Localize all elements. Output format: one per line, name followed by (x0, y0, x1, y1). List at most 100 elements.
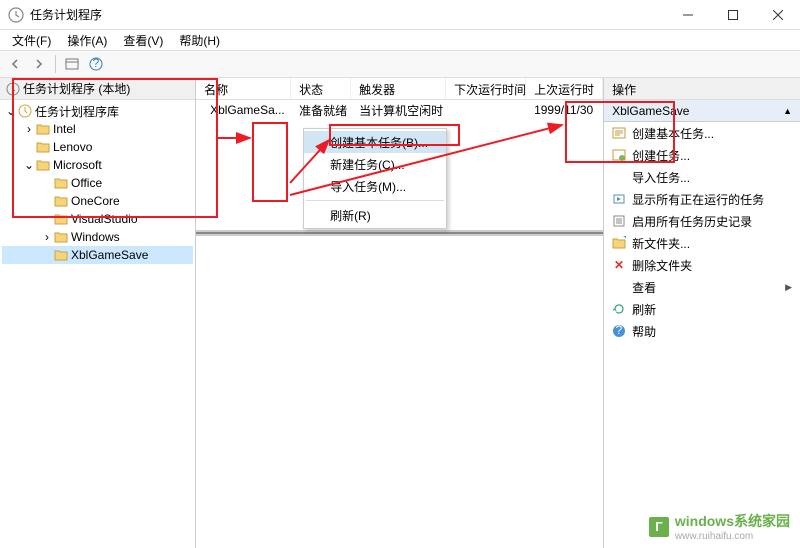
tree-label: 任务计划程序库 (35, 103, 119, 120)
toolbar-separator (55, 55, 56, 73)
col-status[interactable]: 状态 (291, 78, 351, 99)
task-row[interactable]: XblGameSa... 准备就绪 当计算机空闲时 1999/11/30 (196, 100, 603, 120)
cell-last: 1999/11/30 (526, 103, 603, 117)
forward-button[interactable] (28, 53, 50, 75)
tree-item-microsoft[interactable]: ⌄ Microsoft (2, 156, 193, 174)
tree-item-library[interactable]: ⌄ 任务计划程序库 (2, 102, 193, 120)
minimize-button[interactable] (665, 0, 710, 29)
action-import-task[interactable]: 导入任务... (604, 166, 800, 188)
spacer (22, 140, 36, 154)
collapse-icon[interactable]: ▲ (783, 106, 792, 116)
folder-icon (36, 122, 50, 136)
folder-icon (36, 158, 50, 172)
tree-panel: 任务计划程序 (本地) ⌄ 任务计划程序库 › Intel Lenovo ⌄ M (0, 78, 196, 548)
close-button[interactable] (755, 0, 800, 29)
maximize-button[interactable] (710, 0, 755, 29)
action-label: 创建任务... (632, 147, 690, 164)
svg-text:?: ? (93, 57, 100, 70)
action-label: 创建基本任务... (632, 125, 714, 142)
tree-item-windows[interactable]: › Windows (2, 228, 193, 246)
cell-status: 准备就绪 (291, 102, 351, 119)
tree-label: Microsoft (53, 158, 102, 172)
tree-label: OneCore (71, 194, 120, 208)
ctx-separator (306, 200, 444, 201)
action-label: 启用所有任务历史记录 (632, 213, 752, 230)
action-label: 查看 (632, 279, 656, 296)
titlebar: 任务计划程序 (0, 0, 800, 30)
tree-label: Windows (71, 230, 120, 244)
toolbar: ? (0, 50, 800, 78)
watermark: Г windows系统家园 www.ruihaifu.com (649, 511, 790, 542)
action-view[interactable]: 查看 (604, 276, 800, 298)
col-next[interactable]: 下次运行时间 (446, 78, 526, 99)
spacer (612, 170, 626, 184)
menu-view[interactable]: 查看(V) (117, 30, 169, 51)
action-label: 显示所有正在运行的任务 (632, 191, 764, 208)
ctx-import-task[interactable]: 导入任务(M)... (304, 175, 446, 197)
menu-help[interactable]: 帮助(H) (173, 30, 226, 51)
action-delete-folder[interactable]: ✕ 删除文件夹 (604, 254, 800, 276)
clock-icon (18, 104, 32, 118)
action-new-folder[interactable]: ✦ 新文件夹... (604, 232, 800, 254)
workspace: 任务计划程序 (本地) ⌄ 任务计划程序库 › Intel Lenovo ⌄ M (0, 78, 800, 548)
tree-item-visualstudio[interactable]: VisualStudio (2, 210, 193, 228)
col-trigger[interactable]: 触发器 (351, 78, 446, 99)
action-label: 导入任务... (632, 169, 690, 186)
menu-action[interactable]: 操作(A) (61, 30, 113, 51)
spacer (40, 176, 54, 190)
folder-icon (36, 140, 50, 154)
actions-title: 操作 (604, 78, 800, 100)
show-pane-button[interactable] (61, 53, 83, 75)
folder-icon (54, 212, 68, 226)
watermark-brand: windows系统家园 (675, 511, 790, 531)
tree-item-onecore[interactable]: OneCore (2, 192, 193, 210)
svg-text:?: ? (616, 324, 623, 337)
actions-context-label: XblGameSave (612, 104, 689, 118)
spacer (40, 212, 54, 226)
tree-item-office[interactable]: Office (2, 174, 193, 192)
ctx-label: 创建基本任务(B)... (330, 134, 428, 151)
action-refresh[interactable]: 刷新 (604, 298, 800, 320)
tree-item-xblgamesave[interactable]: XblGameSave (2, 246, 193, 264)
tree-item-intel[interactable]: › Intel (2, 120, 193, 138)
action-enable-history[interactable]: 启用所有任务历史记录 (604, 210, 800, 232)
window-title: 任务计划程序 (30, 6, 665, 23)
back-button[interactable] (4, 53, 26, 75)
collapse-icon[interactable]: › (22, 122, 36, 136)
ctx-refresh[interactable]: 刷新(R) (304, 204, 446, 226)
ctx-create-basic-task[interactable]: 创建基本任务(B)... (304, 131, 446, 153)
ctx-label: 刷新(R) (330, 207, 371, 224)
tree-header: 任务计划程序 (本地) (0, 78, 195, 100)
col-name[interactable]: 名称 (196, 78, 291, 99)
tree-label: Intel (53, 122, 76, 136)
help-button[interactable]: ? (85, 53, 107, 75)
action-show-running[interactable]: 显示所有正在运行的任务 (604, 188, 800, 210)
action-create-task[interactable]: 创建任务... (604, 144, 800, 166)
task-icon (612, 126, 626, 140)
watermark-logo: Г (649, 517, 669, 537)
ctx-new-task[interactable]: 新建任务(C)... (304, 153, 446, 175)
cell-name: XblGameSa... (210, 103, 285, 117)
col-last[interactable]: 上次运行时 (526, 78, 603, 99)
cell-trigger: 当计算机空闲时 (351, 102, 446, 119)
collapse-icon[interactable]: › (40, 230, 54, 244)
detail-panel (196, 236, 603, 548)
folder-icon (54, 248, 68, 262)
refresh-icon (612, 302, 626, 316)
watermark-url: www.ruihaifu.com (675, 531, 790, 542)
help-icon: ? (612, 324, 626, 338)
expand-icon[interactable]: ⌄ (22, 158, 36, 172)
tree-label: Lenovo (53, 140, 92, 154)
clock-icon (8, 7, 24, 23)
action-create-basic-task[interactable]: 创建基本任务... (604, 122, 800, 144)
menubar: 文件(F) 操作(A) 查看(V) 帮助(H) (0, 30, 800, 50)
expand-icon[interactable]: ⌄ (4, 104, 18, 118)
center-panel: 名称 状态 触发器 下次运行时间 上次运行时 XblGameSa... 准备就绪… (196, 78, 604, 548)
menu-file[interactable]: 文件(F) (6, 30, 57, 51)
tree-item-lenovo[interactable]: Lenovo (2, 138, 193, 156)
action-help[interactable]: ? 帮助 (604, 320, 800, 342)
action-label: 新文件夹... (632, 235, 690, 252)
panel-splitter[interactable] (196, 230, 603, 236)
tree-label: VisualStudio (71, 212, 138, 226)
tree-body: ⌄ 任务计划程序库 › Intel Lenovo ⌄ Microsoft (0, 100, 195, 266)
